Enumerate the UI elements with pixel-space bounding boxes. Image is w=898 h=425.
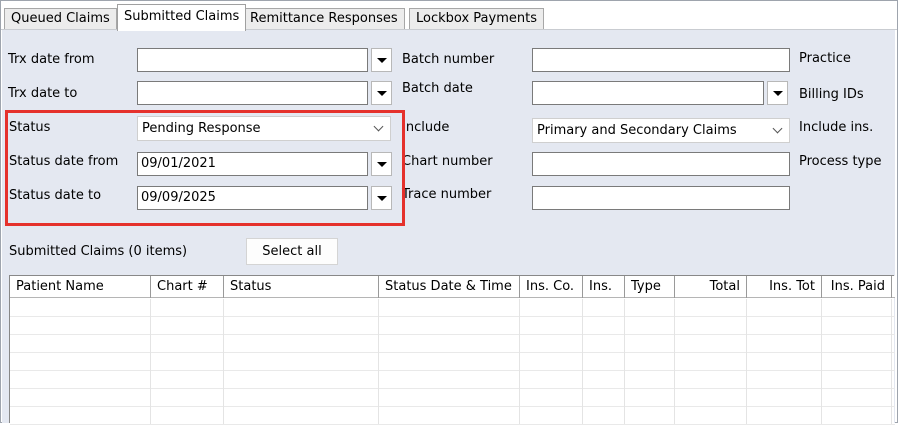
column-header-status[interactable]: Status xyxy=(224,276,379,298)
trx-date-from-dropdown[interactable] xyxy=(371,48,392,72)
tab-submitted-claims[interactable]: Submitted Claims xyxy=(117,4,247,31)
batch-date-input[interactable] xyxy=(532,81,764,105)
table-row xyxy=(10,353,895,371)
column-divider xyxy=(582,299,583,424)
batch-date-dropdown[interactable] xyxy=(767,81,788,105)
dropdown-arrow-icon xyxy=(377,196,387,201)
billing-ids-label: Billing IDs xyxy=(799,87,864,102)
trace-number-label: Trace number xyxy=(402,187,492,202)
table-row xyxy=(10,335,895,353)
trace-number-input[interactable] xyxy=(532,186,790,210)
dropdown-arrow-icon xyxy=(773,91,783,96)
dropdown-arrow-icon xyxy=(377,91,387,96)
grid-title: Submitted Claims (0 items) xyxy=(9,244,188,259)
include-select-value: Primary and Secondary Claims xyxy=(537,123,737,138)
select-all-button[interactable]: Select all xyxy=(246,238,338,265)
status-select-value: Pending Response xyxy=(142,121,261,136)
column-header-chart-number[interactable]: Chart # xyxy=(151,276,224,298)
chevron-down-icon xyxy=(373,121,384,132)
status-date-from-dropdown[interactable] xyxy=(371,152,392,176)
column-divider xyxy=(891,299,892,424)
chart-number-label: Chart number xyxy=(402,154,493,169)
claims-grid[interactable]: Patient Name Chart # Status Status Date … xyxy=(9,275,895,425)
trx-date-to-input[interactable] xyxy=(137,81,368,105)
column-divider xyxy=(821,299,822,424)
grid-header: Patient Name Chart # Status Status Date … xyxy=(10,276,895,298)
column-header-ins[interactable]: Ins. xyxy=(583,276,625,298)
trx-date-to-label: Trx date to xyxy=(8,86,78,101)
column-header-patient-name[interactable]: Patient Name xyxy=(10,276,151,298)
table-row xyxy=(10,407,895,425)
trx-date-to-dropdown[interactable] xyxy=(371,81,392,105)
status-label: Status xyxy=(9,120,51,135)
include-label: Include xyxy=(402,120,450,135)
status-date-from-input[interactable]: 09/01/2021 xyxy=(137,152,368,176)
batch-number-label: Batch number xyxy=(402,52,495,67)
column-divider xyxy=(519,299,520,424)
table-row xyxy=(10,299,895,317)
status-select[interactable]: Pending Response xyxy=(137,116,391,141)
column-divider xyxy=(746,299,747,424)
column-divider xyxy=(674,299,675,424)
column-header-ins-tot[interactable]: Ins. Tot xyxy=(747,276,822,298)
dropdown-arrow-icon xyxy=(377,58,387,63)
dropdown-arrow-icon xyxy=(377,162,387,167)
trx-date-from-input[interactable] xyxy=(137,48,368,72)
grid-body xyxy=(10,299,895,425)
trx-date-from-label: Trx date from xyxy=(8,52,95,67)
include-ins-label: Include ins. xyxy=(799,120,874,135)
table-row xyxy=(10,371,895,389)
tab-queued-claims[interactable]: Queued Claims xyxy=(4,8,117,29)
chart-number-input[interactable] xyxy=(532,152,790,176)
column-header-total[interactable]: Total xyxy=(675,276,747,298)
status-date-to-label: Status date to xyxy=(9,188,102,203)
tab-remittance-responses[interactable]: Remittance Responses xyxy=(243,8,405,29)
column-header-status-date-time[interactable]: Status Date & Time xyxy=(379,276,520,298)
batch-date-label: Batch date xyxy=(402,81,473,96)
submitted-claims-window: Queued Claims Submitted Claims Remittanc… xyxy=(0,0,898,425)
status-date-from-label: Status date from xyxy=(9,154,119,169)
column-header-type[interactable]: Type xyxy=(625,276,675,298)
column-divider xyxy=(624,299,625,424)
status-date-to-input[interactable]: 09/09/2025 xyxy=(137,186,368,210)
table-row xyxy=(10,317,895,335)
chevron-down-icon xyxy=(772,123,783,134)
column-divider xyxy=(150,299,151,424)
tab-strip: Queued Claims Submitted Claims Remittanc… xyxy=(1,1,897,31)
tab-lockbox-payments[interactable]: Lockbox Payments xyxy=(409,8,544,29)
include-select[interactable]: Primary and Secondary Claims xyxy=(532,118,790,143)
practice-label: Practice xyxy=(799,51,851,66)
column-divider xyxy=(223,299,224,424)
column-header-ins-co[interactable]: Ins. Co. xyxy=(520,276,583,298)
column-divider xyxy=(378,299,379,424)
process-type-label: Process type xyxy=(799,154,882,169)
table-row xyxy=(10,389,895,407)
column-header-ins-paid[interactable]: Ins. Paid xyxy=(822,276,892,298)
batch-number-input[interactable] xyxy=(532,48,790,72)
status-date-to-dropdown[interactable] xyxy=(371,186,392,210)
